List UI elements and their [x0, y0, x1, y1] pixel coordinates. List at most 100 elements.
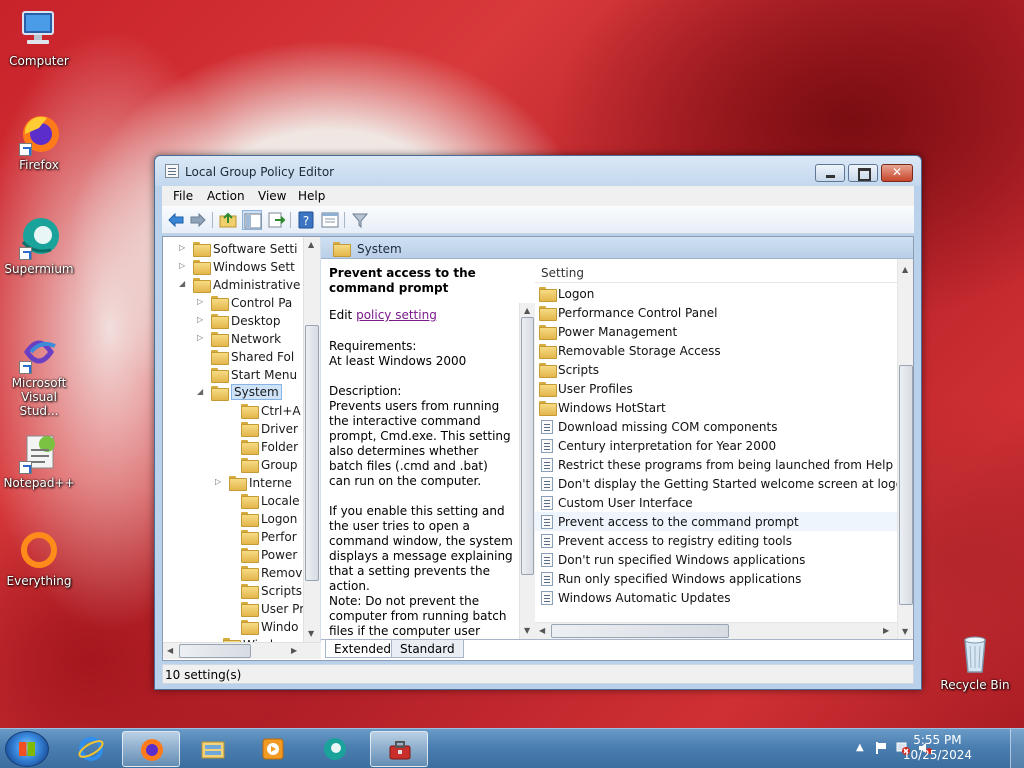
tree-item[interactable]: Windo — [163, 618, 320, 636]
maximize-button[interactable] — [848, 164, 878, 182]
taskbar-firefox[interactable] — [122, 731, 180, 767]
scroll-left-arrow-icon[interactable]: ◀ — [167, 646, 173, 656]
show-desktop-button[interactable] — [1010, 729, 1024, 768]
tab-extended[interactable]: Extended — [325, 640, 400, 658]
filter-button[interactable] — [350, 210, 370, 230]
list-folder-row[interactable]: Scripts — [535, 360, 897, 379]
forward-button[interactable] — [188, 210, 208, 230]
list-setting-row[interactable]: Restrict these programs from being launc… — [535, 455, 897, 474]
menu-file[interactable]: File — [173, 189, 193, 203]
tree-expander-icon[interactable]: ▷ — [179, 243, 187, 253]
taskbar-file-explorer[interactable] — [184, 731, 242, 767]
tree-item[interactable]: Folder — [163, 438, 320, 456]
scrollbar-thumb[interactable] — [899, 365, 913, 605]
desktop-icon-supermium[interactable]: Supermium — [0, 216, 78, 276]
tree-item[interactable]: ◢ Administrative — [163, 276, 320, 294]
list-folder-row[interactable]: Removable Storage Access — [535, 341, 897, 360]
column-header-setting[interactable]: Setting — [535, 259, 913, 283]
list-setting-row[interactable]: Custom User Interface — [535, 493, 897, 512]
system-clock[interactable]: 5:55 PM 10/25/2024 — [903, 733, 972, 763]
list-horizontal-scrollbar[interactable]: ◀ ▶ — [535, 622, 897, 639]
tree-expander-icon[interactable]: ▷ — [197, 315, 205, 325]
desktop-icon-computer[interactable]: Computer — [0, 8, 78, 68]
scroll-down-arrow-icon[interactable]: ▼ — [902, 627, 908, 637]
list-vertical-scrollbar[interactable]: ▲ ▼ — [897, 259, 913, 639]
list-setting-row[interactable]: Prevent access to the command prompt — [535, 512, 897, 531]
tree-item[interactable]: ▷ Interne — [163, 474, 320, 492]
tree-item[interactable]: ▷ Control Pa — [163, 294, 320, 312]
show-hidden-icons-chevron-icon[interactable]: ▲ — [856, 742, 864, 753]
list-setting-row[interactable]: Prevent access to registry editing tools — [535, 531, 897, 550]
tree-item[interactable]: Locale — [163, 492, 320, 510]
tree-expander-icon[interactable]: ◢ — [197, 387, 205, 397]
desktop-icon-notepadpp[interactable]: Notepad++ — [0, 430, 78, 490]
tree-horizontal-scrollbar[interactable]: ◀ ▶ — [163, 642, 321, 659]
list-folder-row[interactable]: Power Management — [535, 322, 897, 341]
list-folder-row[interactable]: Logon — [535, 284, 897, 303]
list-setting-row[interactable]: Run only specified Windows applications — [535, 569, 897, 588]
tree-item[interactable]: Shared Fol — [163, 348, 320, 366]
scrollbar-thumb[interactable] — [305, 325, 319, 581]
tree-expander-icon[interactable]: ▷ — [179, 261, 187, 271]
list-setting-row[interactable]: Don't display the Getting Started welcom… — [535, 474, 911, 493]
tree-item[interactable]: Remov — [163, 564, 320, 582]
desktop-icon-everything[interactable]: Everything — [0, 528, 78, 588]
properties-button[interactable] — [320, 210, 340, 230]
scroll-right-arrow-icon[interactable]: ▶ — [883, 626, 889, 636]
scroll-down-arrow-icon[interactable]: ▼ — [308, 629, 314, 639]
show-hide-tree-button[interactable] — [242, 210, 262, 230]
list-setting-row[interactable]: Windows Automatic Updates — [535, 588, 897, 607]
list-setting-row[interactable]: Don't run specified Windows applications — [535, 550, 897, 569]
scrollbar-thumb[interactable] — [551, 624, 729, 638]
action-center-flag-icon[interactable] — [874, 741, 888, 755]
taskbar-supermium[interactable] — [306, 731, 364, 767]
scroll-right-arrow-icon[interactable]: ▶ — [291, 646, 297, 656]
tree-expander-icon[interactable]: ▷ — [197, 297, 205, 307]
tree-item[interactable]: Ctrl+A — [163, 402, 320, 420]
scroll-up-arrow-icon[interactable]: ▲ — [902, 265, 908, 275]
help-button[interactable]: ? — [296, 210, 316, 230]
description-scrollbar[interactable]: ▲ ▼ — [519, 303, 535, 639]
scrollbar-thumb[interactable] — [179, 644, 251, 658]
tree-vertical-scrollbar[interactable]: ▲ ▼ — [303, 237, 320, 642]
tree-item[interactable]: ▷ Software Setti — [163, 240, 320, 258]
tree-item[interactable]: Perfor — [163, 528, 320, 546]
tree-item[interactable]: Start Menu — [163, 366, 320, 384]
desktop-icon-visual-studio[interactable]: Microsoft Visual Stud... — [0, 330, 78, 418]
tree-item[interactable]: Driver — [163, 420, 320, 438]
tree-item[interactable]: Power — [163, 546, 320, 564]
list-folder-row[interactable]: User Profiles — [535, 379, 897, 398]
tree-item[interactable]: ▷ Windows Sett — [163, 258, 320, 276]
scroll-up-arrow-icon[interactable]: ▲ — [524, 306, 530, 316]
taskbar-media-player[interactable] — [244, 731, 302, 767]
tree-item[interactable]: Logon — [163, 510, 320, 528]
list-folder-row[interactable]: Windows HotStart — [535, 398, 897, 417]
taskbar-group-policy[interactable] — [370, 731, 428, 767]
tree-item[interactable]: ▷ Network — [163, 330, 320, 348]
close-button[interactable] — [881, 164, 913, 182]
list-setting-row[interactable]: Download missing COM components — [535, 417, 897, 436]
list-setting-row[interactable]: Century interpretation for Year 2000 — [535, 436, 897, 455]
scroll-down-arrow-icon[interactable]: ▼ — [524, 626, 530, 636]
scroll-left-arrow-icon[interactable]: ◀ — [539, 626, 545, 636]
tree-expander-icon[interactable]: ▷ — [197, 333, 205, 343]
title-bar[interactable]: Local Group Policy Editor — [155, 156, 921, 186]
menu-help[interactable]: Help — [298, 189, 325, 203]
taskbar-internet-explorer[interactable] — [62, 731, 120, 767]
tree-expander-icon[interactable]: ◢ — [179, 279, 187, 289]
menu-action[interactable]: Action — [207, 189, 245, 203]
up-folder-button[interactable] — [218, 210, 238, 230]
tree-item[interactable]: ▷ Desktop — [163, 312, 320, 330]
tree-item[interactable]: ◢ System — [163, 384, 320, 402]
list-folder-row[interactable]: Performance Control Panel — [535, 303, 897, 322]
desktop-icon-firefox[interactable]: Firefox — [0, 112, 78, 172]
back-button[interactable] — [166, 210, 186, 230]
desktop-icon-recycle-bin[interactable]: Recycle Bin — [936, 632, 1014, 692]
export-list-button[interactable] — [266, 210, 286, 230]
scrollbar-thumb[interactable] — [521, 317, 534, 575]
start-button[interactable] — [5, 731, 49, 767]
tab-standard[interactable]: Standard — [391, 640, 464, 658]
tree-item[interactable]: Group — [163, 456, 320, 474]
tree-item[interactable]: Scripts — [163, 582, 320, 600]
tree-expander-icon[interactable]: ▷ — [215, 477, 223, 487]
